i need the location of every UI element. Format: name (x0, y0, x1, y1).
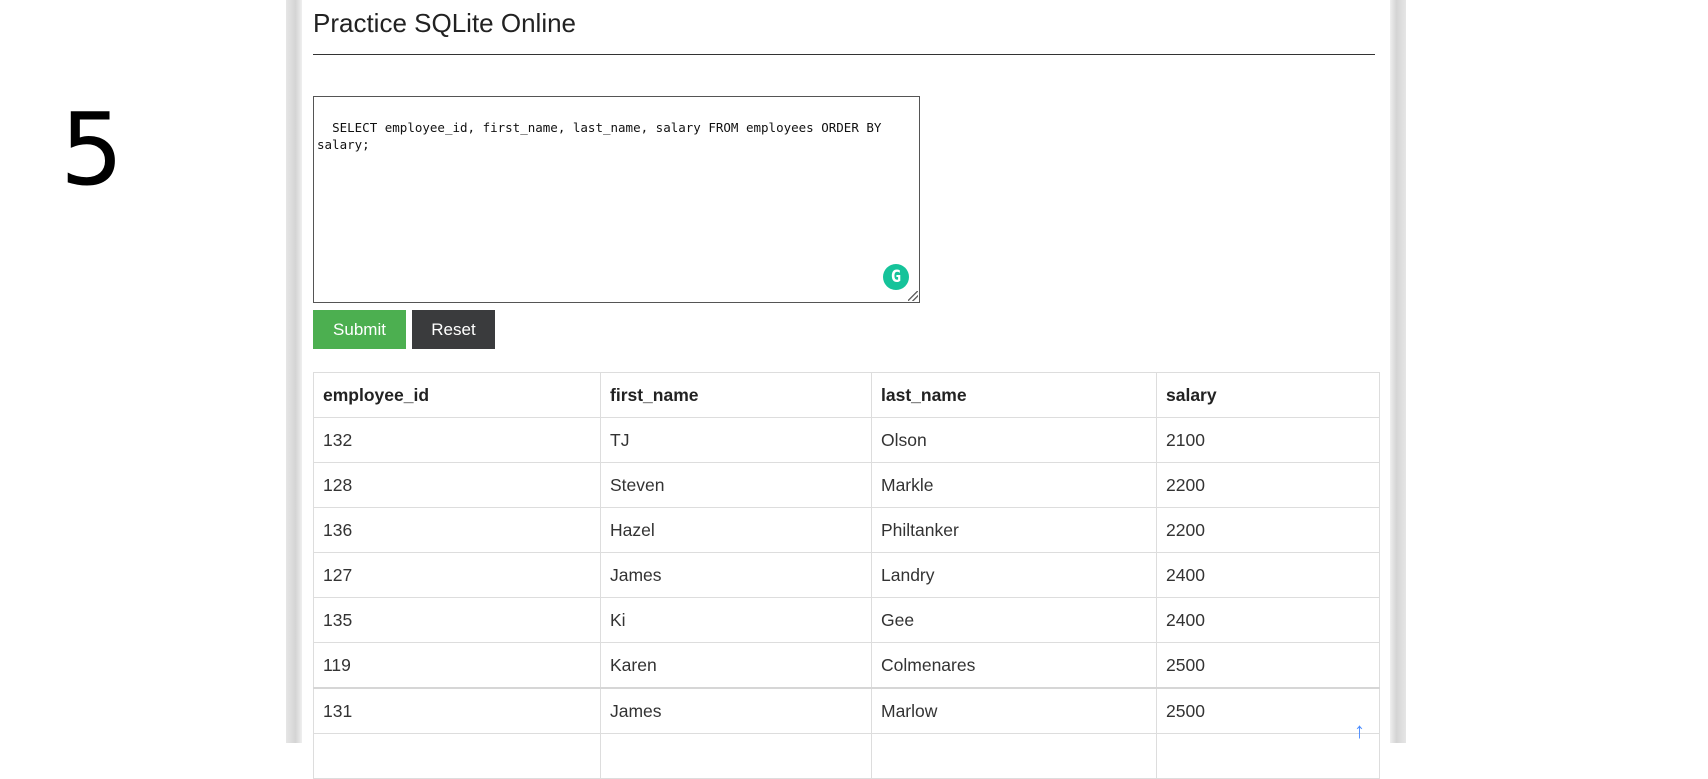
cell-empty (600, 733, 872, 779)
column-header-employee-id: employee_id (313, 372, 601, 418)
cell-last-name: Gee (871, 597, 1157, 643)
table-row: 136 Hazel Philtanker 2200 (313, 507, 1380, 553)
cell-last-name: Olson (871, 417, 1157, 463)
cell-first-name: TJ (600, 417, 872, 463)
cell-salary: 2400 (1156, 597, 1380, 643)
cell-salary: 2200 (1156, 462, 1380, 508)
submit-button[interactable]: Submit (313, 310, 406, 349)
cell-employee-id: 128 (313, 462, 601, 508)
panel-border-right (1390, 0, 1406, 743)
table-row: 127 James Landry 2400 (313, 552, 1380, 598)
cell-first-name: Karen (600, 642, 872, 689)
cell-first-name: Hazel (600, 507, 872, 553)
cell-empty (871, 733, 1157, 779)
cell-last-name: Marlow (871, 687, 1157, 734)
cell-first-name: James (600, 687, 872, 734)
cell-first-name: Steven (600, 462, 872, 508)
cell-salary: 2100 (1156, 417, 1380, 463)
cell-employee-id: 132 (313, 417, 601, 463)
scroll-to-top-icon[interactable]: ↑ (1354, 720, 1365, 742)
sql-query-input[interactable]: SELECT employee_id, first_name, last_nam… (313, 96, 920, 303)
step-number: 5 (60, 91, 124, 208)
cell-employee-id: 131 (313, 687, 601, 734)
resize-handle-icon[interactable] (908, 291, 918, 301)
table-row: 128 Steven Markle 2200 (313, 462, 1380, 508)
cell-first-name: James (600, 552, 872, 598)
grammarly-icon[interactable]: G (883, 264, 909, 290)
page-title: Practice SQLite Online (313, 8, 577, 38)
cell-last-name: Colmenares (871, 642, 1157, 689)
cell-last-name: Philtanker (871, 507, 1157, 553)
cell-empty (313, 733, 601, 779)
cell-salary: 2400 (1156, 552, 1380, 598)
cell-employee-id: 119 (313, 642, 601, 689)
column-header-salary: salary (1156, 372, 1380, 418)
table-row: 131 James Marlow 2500 (313, 687, 1380, 734)
cell-salary: 2500 (1156, 642, 1380, 689)
cell-employee-id: 127 (313, 552, 601, 598)
table-row: 135 Ki Gee 2400 (313, 597, 1380, 643)
panel-border-left (286, 0, 302, 743)
cell-employee-id: 136 (313, 507, 601, 553)
title-divider (313, 54, 1375, 55)
sql-query-text: SELECT employee_id, first_name, last_nam… (317, 120, 889, 152)
cell-empty (1156, 733, 1380, 779)
table-header-row: employee_id first_name last_name salary (313, 372, 1380, 418)
table-row-partial (313, 733, 1380, 779)
column-header-last-name: last_name (871, 372, 1157, 418)
table-row: 119 Karen Colmenares 2500 (313, 642, 1380, 689)
cell-employee-id: 135 (313, 597, 601, 643)
cell-last-name: Markle (871, 462, 1157, 508)
results-table: employee_id first_name last_name salary … (313, 372, 1380, 779)
cell-last-name: Landry (871, 552, 1157, 598)
cell-salary: 2200 (1156, 507, 1380, 553)
column-header-first-name: first_name (600, 372, 872, 418)
cell-first-name: Ki (600, 597, 872, 643)
table-row: 132 TJ Olson 2100 (313, 417, 1380, 463)
cell-salary: 2500 (1156, 687, 1380, 734)
reset-button[interactable]: Reset (412, 310, 495, 349)
